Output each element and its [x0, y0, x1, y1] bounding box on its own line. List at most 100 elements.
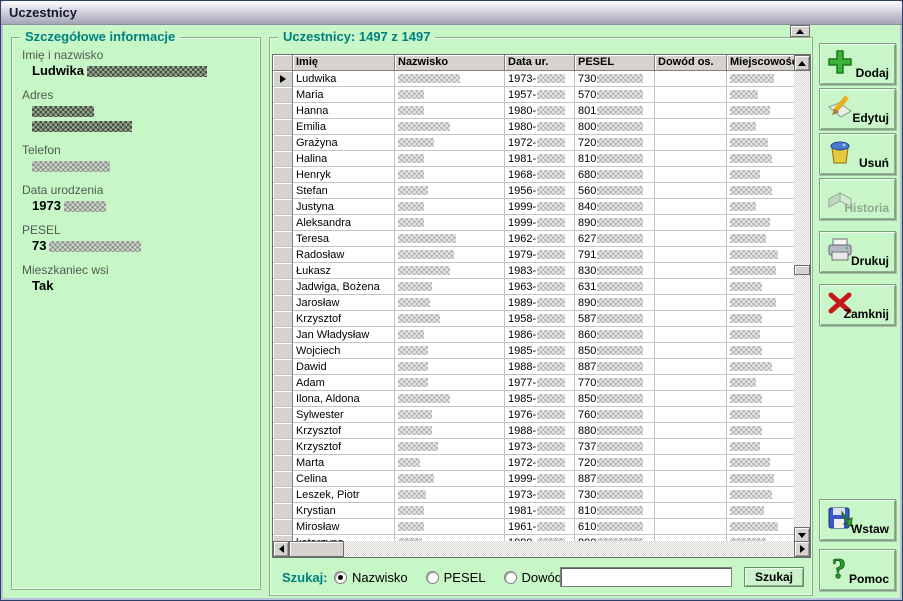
- cell-imie[interactable]: Jadwiga, Bożena: [293, 279, 395, 295]
- cell-dowod[interactable]: [655, 487, 727, 503]
- row-selector-cell[interactable]: [273, 295, 293, 311]
- cell-nazwisko[interactable]: [395, 231, 505, 247]
- cell-pesel[interactable]: 631: [575, 279, 655, 295]
- cell-nazwisko[interactable]: [395, 263, 505, 279]
- cell-miejscowosc[interactable]: [727, 295, 794, 311]
- cell-nazwisko[interactable]: [395, 119, 505, 135]
- cell-dowod[interactable]: [655, 71, 727, 87]
- cell-data-ur[interactable]: 1976-: [505, 407, 575, 423]
- cell-dowod[interactable]: [655, 215, 727, 231]
- cell-data-ur[interactable]: 1962-: [505, 231, 575, 247]
- cell-dowod[interactable]: [655, 151, 727, 167]
- grid-header-dowod[interactable]: Dowód os.: [655, 55, 727, 71]
- cell-imie[interactable]: Ludwika: [293, 71, 395, 87]
- cell-pesel[interactable]: 730: [575, 487, 655, 503]
- table-row[interactable]: Krzysztof1988-880: [273, 423, 794, 439]
- cell-dowod[interactable]: [655, 375, 727, 391]
- cell-imie[interactable]: Jan Władysław: [293, 327, 395, 343]
- cell-dowod[interactable]: [655, 103, 727, 119]
- cell-data-ur[interactable]: 1973-: [505, 487, 575, 503]
- cell-miejscowosc[interactable]: [727, 391, 794, 407]
- cell-miejscowosc[interactable]: [727, 215, 794, 231]
- cell-data-ur[interactable]: 1981-: [505, 151, 575, 167]
- cell-data-ur[interactable]: 1973-: [505, 71, 575, 87]
- cell-miejscowosc[interactable]: [727, 471, 794, 487]
- cell-pesel[interactable]: 737: [575, 439, 655, 455]
- cell-data-ur[interactable]: 1999-: [505, 215, 575, 231]
- cell-data-ur[interactable]: 1972-: [505, 455, 575, 471]
- table-row[interactable]: Radosław1979-791: [273, 247, 794, 263]
- cell-imie[interactable]: Stefan: [293, 183, 395, 199]
- cell-pesel[interactable]: 730: [575, 71, 655, 87]
- cell-data-ur[interactable]: 1979-: [505, 247, 575, 263]
- cell-dowod[interactable]: [655, 311, 727, 327]
- table-row[interactable]: Wojciech1985-850: [273, 343, 794, 359]
- cell-data-ur[interactable]: 1972-: [505, 135, 575, 151]
- table-row[interactable]: Mirosław1961-610: [273, 519, 794, 535]
- cell-pesel[interactable]: 770: [575, 375, 655, 391]
- cell-imie[interactable]: Krzysztof: [293, 311, 395, 327]
- cell-nazwisko[interactable]: [395, 215, 505, 231]
- print-button[interactable]: Drukuj: [819, 231, 896, 273]
- cell-miejscowosc[interactable]: [727, 407, 794, 423]
- row-selector-cell[interactable]: [273, 391, 293, 407]
- edit-button[interactable]: Edytuj: [819, 88, 896, 130]
- cell-nazwisko[interactable]: [395, 391, 505, 407]
- cell-miejscowosc[interactable]: [727, 87, 794, 103]
- row-selector-cell[interactable]: [273, 487, 293, 503]
- cell-nazwisko[interactable]: [395, 87, 505, 103]
- row-selector-cell[interactable]: [273, 407, 293, 423]
- cell-pesel[interactable]: 860: [575, 327, 655, 343]
- grid-top-scroll-button[interactable]: [790, 25, 810, 37]
- row-selector-cell[interactable]: [273, 375, 293, 391]
- cell-nazwisko[interactable]: [395, 487, 505, 503]
- table-row[interactable]: Krzysztof1973-737: [273, 439, 794, 455]
- table-row[interactable]: Krystian1981-810: [273, 503, 794, 519]
- row-selector-cell[interactable]: [273, 87, 293, 103]
- cell-data-ur[interactable]: 1956-: [505, 183, 575, 199]
- cell-data-ur[interactable]: 1985-: [505, 343, 575, 359]
- cell-data-ur[interactable]: 1980-: [505, 103, 575, 119]
- cell-pesel[interactable]: 720: [575, 135, 655, 151]
- help-button[interactable]: ? Pomoc: [819, 549, 896, 591]
- cell-pesel[interactable]: 560: [575, 183, 655, 199]
- cell-nazwisko[interactable]: [395, 71, 505, 87]
- row-selector-cell[interactable]: [273, 279, 293, 295]
- cell-miejscowosc[interactable]: [727, 151, 794, 167]
- cell-data-ur[interactable]: 1958-: [505, 311, 575, 327]
- cell-miejscowosc[interactable]: [727, 439, 794, 455]
- cell-nazwisko[interactable]: [395, 247, 505, 263]
- row-selector-cell[interactable]: [273, 359, 293, 375]
- cell-data-ur[interactable]: 1980-: [505, 119, 575, 135]
- table-row[interactable]: Sylwester1976-760: [273, 407, 794, 423]
- cell-miejscowosc[interactable]: [727, 455, 794, 471]
- cell-nazwisko[interactable]: [395, 519, 505, 535]
- cell-nazwisko[interactable]: [395, 183, 505, 199]
- vertical-scrollbar[interactable]: [794, 55, 810, 543]
- cell-dowod[interactable]: [655, 519, 727, 535]
- cell-miejscowosc[interactable]: [727, 327, 794, 343]
- cell-imie[interactable]: Dawid: [293, 359, 395, 375]
- cell-nazwisko[interactable]: [395, 103, 505, 119]
- cell-miejscowosc[interactable]: [727, 183, 794, 199]
- table-row[interactable]: Łukasz1983-830: [273, 263, 794, 279]
- table-row[interactable]: Henryk1968-680: [273, 167, 794, 183]
- table-row[interactable]: Jan Władysław1986-860: [273, 327, 794, 343]
- table-row[interactable]: Marta1972-720: [273, 455, 794, 471]
- table-row[interactable]: Grażyna 1972-720: [273, 135, 794, 151]
- cell-data-ur[interactable]: 1989-: [505, 295, 575, 311]
- cell-nazwisko[interactable]: [395, 167, 505, 183]
- table-row[interactable]: Jadwiga, Bożena1963-631: [273, 279, 794, 295]
- cell-dowod[interactable]: [655, 231, 727, 247]
- grid-header-data-ur[interactable]: Data ur.: [505, 55, 575, 71]
- cell-pesel[interactable]: 587: [575, 311, 655, 327]
- cell-miejscowosc[interactable]: [727, 423, 794, 439]
- radio-icon[interactable]: [426, 571, 439, 584]
- cell-imie[interactable]: Emilia: [293, 119, 395, 135]
- cell-imie[interactable]: Krzysztof: [293, 423, 395, 439]
- row-selector-cell[interactable]: [273, 103, 293, 119]
- cell-imie[interactable]: Sylwester: [293, 407, 395, 423]
- delete-button[interactable]: Usuń: [819, 133, 896, 175]
- table-row[interactable]: Ludwika 1973-730: [273, 71, 794, 87]
- cell-imie[interactable]: Grażyna: [293, 135, 395, 151]
